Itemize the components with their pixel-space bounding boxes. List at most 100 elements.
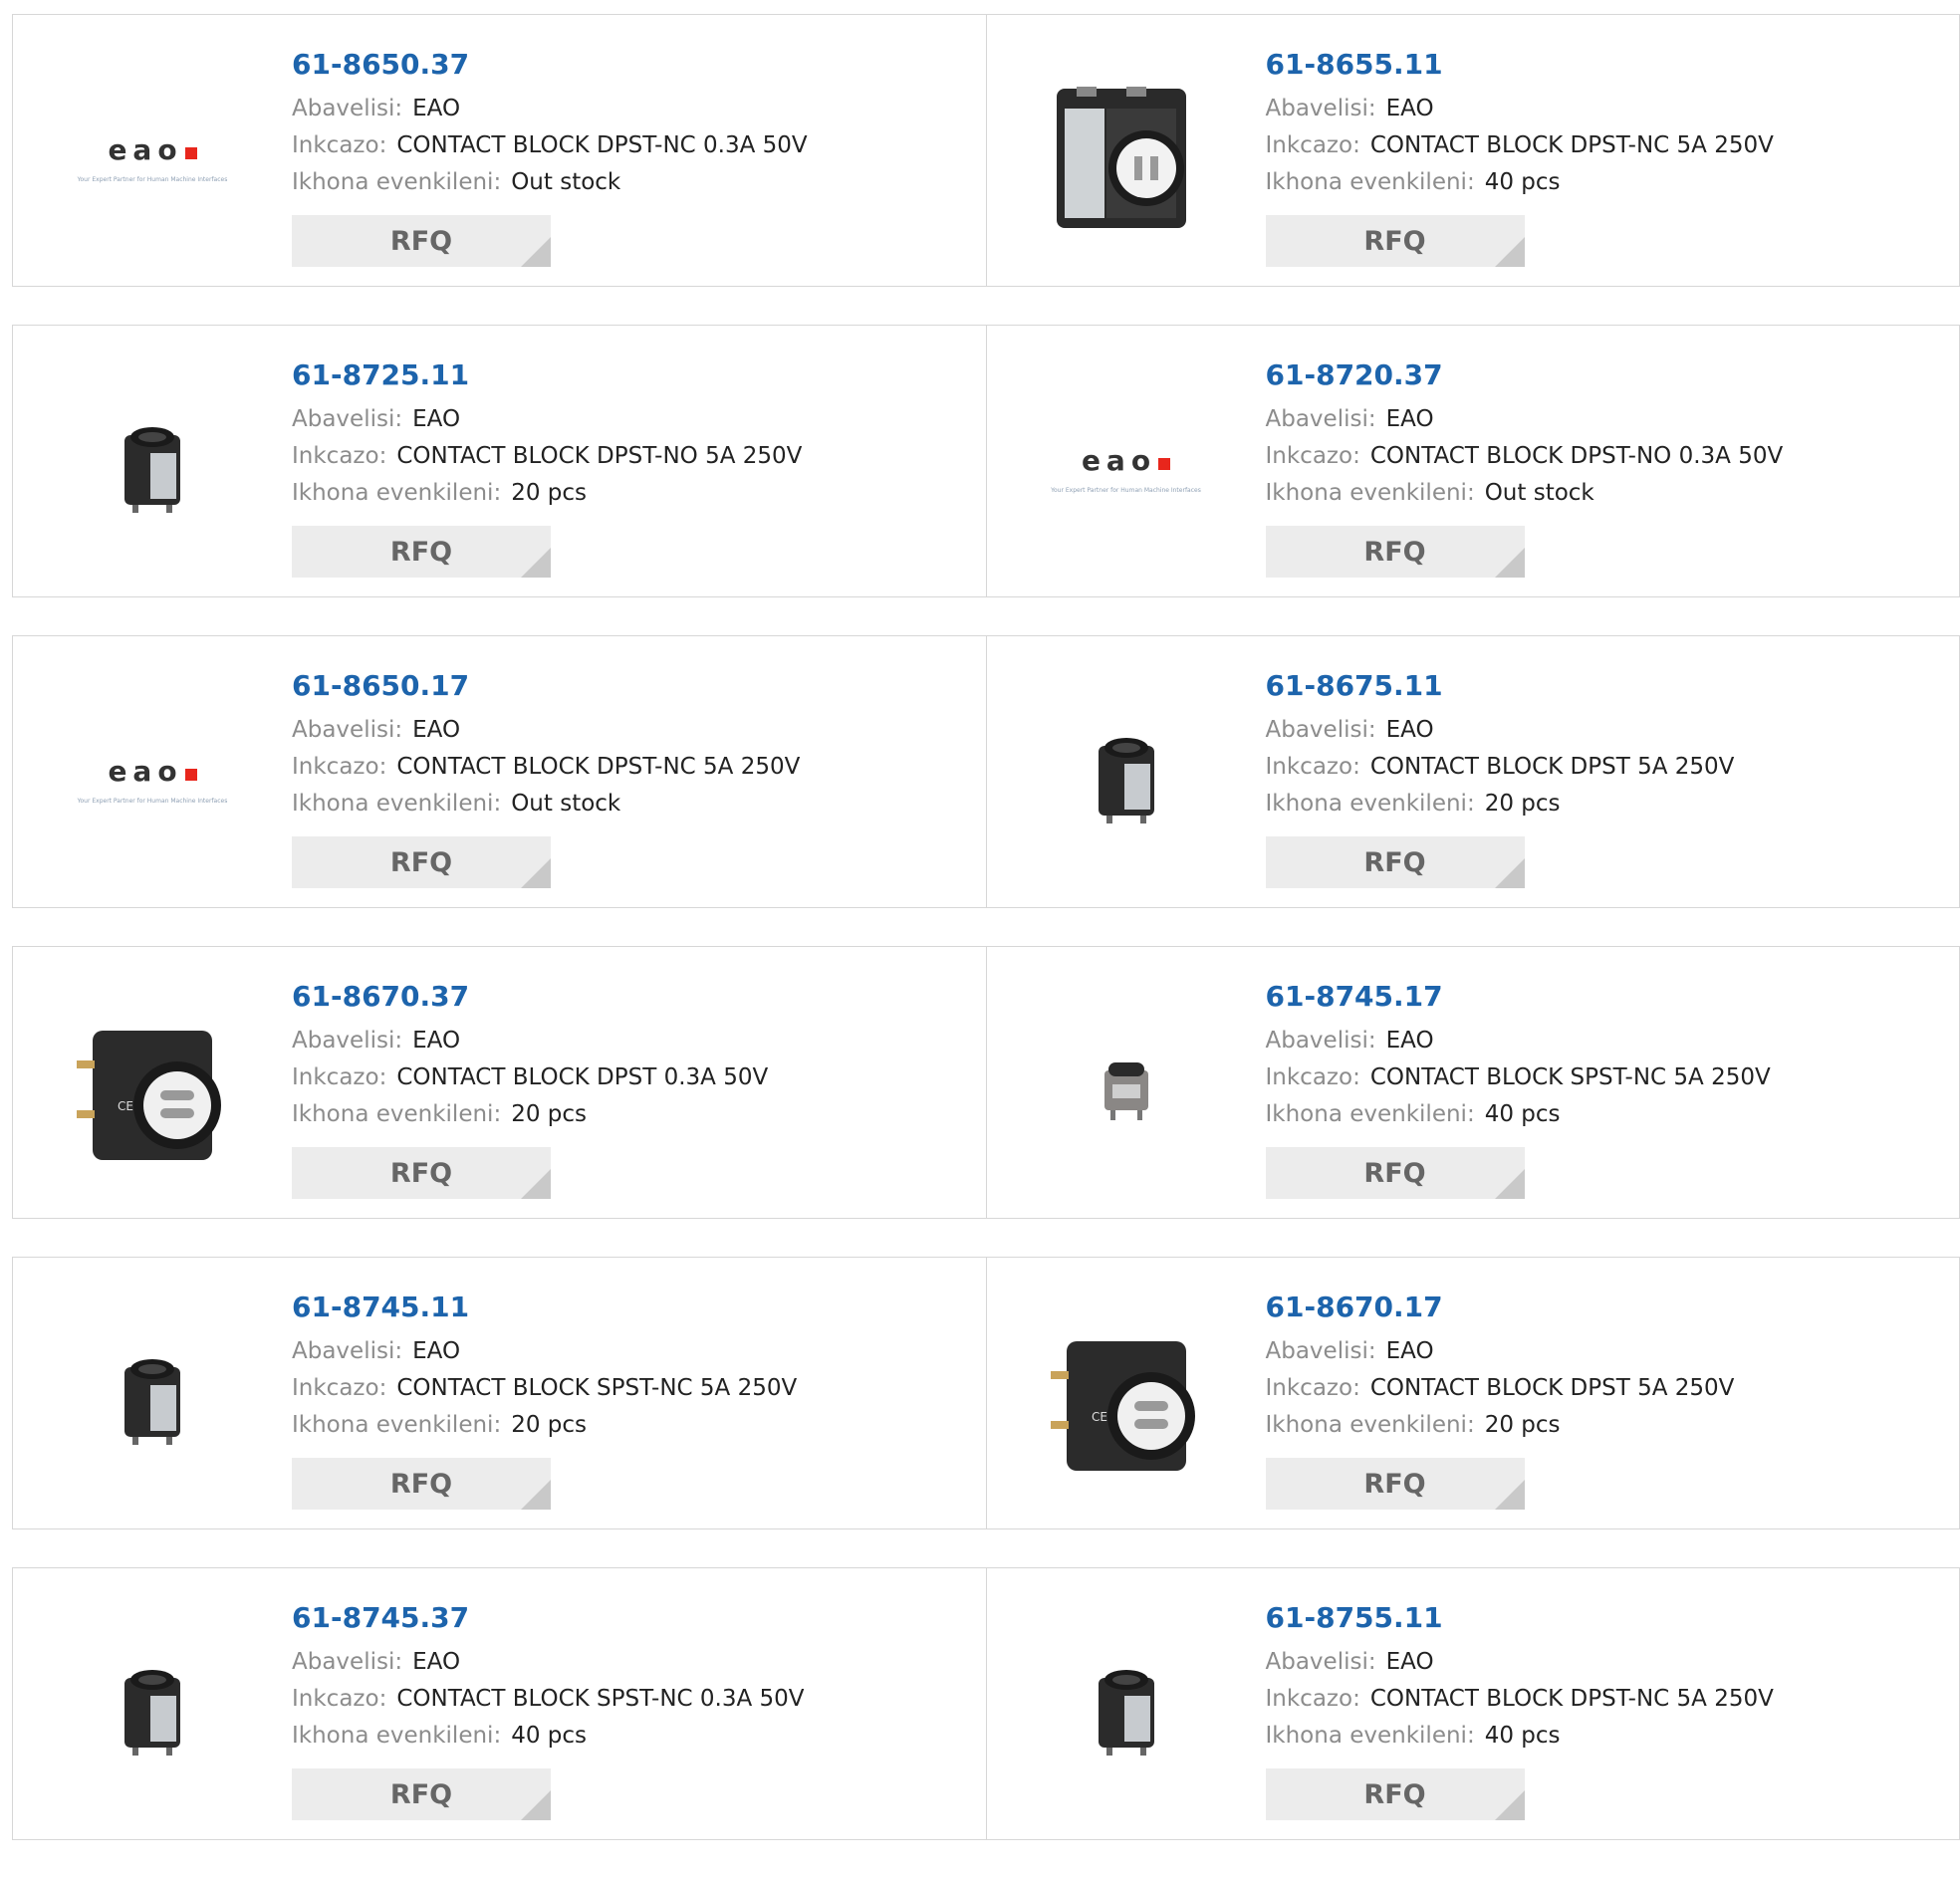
description-value: CONTACT BLOCK DPST-NC 0.3A 50V	[396, 132, 807, 158]
rfq-button[interactable]: RFQ	[1266, 1458, 1525, 1510]
manufacturer-label: Abavelisi:	[292, 717, 402, 743]
contact-block-photo	[103, 1341, 202, 1461]
description-value: CONTACT BLOCK DPST 0.3A 50V	[396, 1064, 768, 1090]
description-label: Inkcazo:	[292, 1375, 386, 1401]
product-info: 61-8725.11 Abavelisi:EAO Inkcazo:CONTACT…	[292, 355, 802, 578]
part-number-link[interactable]: 61-8675.11	[1266, 666, 1735, 706]
logo-tagline: Your Expert Partner for Human Machine In…	[53, 176, 252, 183]
product-image[interactable]	[1027, 59, 1226, 258]
part-number-link[interactable]: 61-8670.37	[292, 977, 768, 1017]
manufacturer-row: Abavelisi:EAO	[292, 401, 802, 438]
part-number-link[interactable]: 61-8655.11	[1266, 45, 1774, 85]
product-info: 61-8720.37 Abavelisi:EAO Inkcazo:CONTACT…	[1266, 355, 1784, 578]
description-label: Inkcazo:	[1266, 754, 1360, 780]
stock-label: Ikhona evenkileni:	[1266, 1412, 1475, 1438]
product-info: 61-8650.37 Abavelisi:EAO Inkcazo:CONTACT…	[292, 45, 808, 267]
eao-logo: eao Your Expert Partner for Human Machin…	[1027, 444, 1226, 494]
part-number-link[interactable]: 61-8745.11	[292, 1288, 797, 1327]
product-image[interactable]	[53, 1301, 252, 1501]
contact-block-photo	[1077, 1041, 1176, 1140]
logo-tagline: Your Expert Partner for Human Machine In…	[53, 798, 252, 805]
product-image[interactable]: CE	[1027, 1301, 1226, 1501]
description-row: Inkcazo:CONTACT BLOCK DPST-NC 5A 250V	[1266, 127, 1774, 164]
part-number-link[interactable]: 61-8725.11	[292, 355, 802, 395]
product-card: 61-8725.11 Abavelisi:EAO Inkcazo:CONTACT…	[12, 325, 987, 597]
stock-label: Ikhona evenkileni:	[1266, 1101, 1475, 1127]
product-image[interactable]	[1027, 1612, 1226, 1811]
manufacturer-label: Abavelisi:	[292, 406, 402, 432]
description-row: Inkcazo:CONTACT BLOCK DPST-NC 0.3A 50V	[292, 127, 808, 164]
manufacturer-value: EAO	[1386, 406, 1434, 432]
stock-row: Ikhona evenkileni:40 pcs	[1266, 164, 1774, 201]
manufacturer-row: Abavelisi:EAO	[1266, 401, 1784, 438]
rfq-button[interactable]: RFQ	[1266, 1768, 1525, 1820]
product-image[interactable]	[1027, 680, 1226, 879]
rfq-button[interactable]: RFQ	[1266, 1147, 1525, 1199]
logo-red-square	[1158, 458, 1170, 470]
stock-label: Ikhona evenkileni:	[1266, 480, 1475, 506]
description-label: Inkcazo:	[292, 1064, 386, 1090]
product-image[interactable]	[1027, 991, 1226, 1190]
manufacturer-value: EAO	[412, 1338, 460, 1364]
description-row: Inkcazo: CONTACT BLOCK DPST 0.3A 50V	[292, 1059, 768, 1096]
manufacturer-value: EAO	[1386, 1338, 1434, 1364]
product-card: eao Your Expert Partner for Human Machin…	[12, 635, 987, 908]
rfq-button[interactable]: RFQ	[1266, 215, 1525, 267]
manufacturer-label: Abavelisi:	[292, 1649, 402, 1675]
rfq-corner-decoration	[1495, 858, 1525, 888]
contact-block-photo	[103, 1652, 202, 1771]
eao-logo: eao Your Expert Partner for Human Machin…	[53, 133, 252, 183]
product-row: 61-8725.11 Abavelisi:EAO Inkcazo:CONTACT…	[12, 325, 1960, 597]
manufacturer-value: EAO	[412, 96, 460, 121]
rfq-corner-decoration	[521, 1169, 551, 1199]
manufacturer-row: Abavelisi:EAO	[292, 91, 808, 127]
contact-block-photo	[1077, 1652, 1176, 1771]
rfq-button[interactable]: RFQ	[292, 1768, 551, 1820]
product-image[interactable]	[53, 1612, 252, 1811]
part-number-link[interactable]: 61-8670.17	[1266, 1288, 1735, 1327]
description-row: Inkcazo:CONTACT BLOCK SPST-NC 5A 250V	[1266, 1059, 1771, 1096]
description-row: Inkcazo:CONTACT BLOCK DPST-NC 5A 250V	[1266, 1681, 1774, 1718]
rfq-button[interactable]: RFQ	[1266, 836, 1525, 888]
product-card: 61-8755.11 Abavelisi:EAO Inkcazo:CONTACT…	[987, 1567, 1960, 1840]
stock-value: Out stock	[511, 791, 620, 817]
manufacturer-row: Abavelisi:EAO	[1266, 712, 1735, 749]
stock-label: Ikhona evenkileni:	[292, 1723, 501, 1749]
contact-block-photo	[103, 409, 202, 529]
stock-value: 20 pcs	[1485, 1412, 1561, 1438]
product-image[interactable]: eao Your Expert Partner for Human Machin…	[1027, 369, 1226, 569]
rfq-button[interactable]: RFQ	[292, 1458, 551, 1510]
manufacturer-row: Abavelisi:EAO	[1266, 1023, 1771, 1059]
rfq-label: RFQ	[1363, 226, 1425, 257]
rfq-corner-decoration	[521, 858, 551, 888]
rfq-button[interactable]: RFQ	[1266, 526, 1525, 578]
product-info: 61-8650.17 Abavelisi:EAO Inkcazo:CONTACT…	[292, 666, 800, 888]
product-image[interactable]: eao Your Expert Partner for Human Machin…	[53, 680, 252, 879]
part-number-link[interactable]: 61-8650.37	[292, 45, 808, 85]
part-number-link[interactable]: 61-8745.17	[1266, 977, 1771, 1017]
manufacturer-label: Abavelisi:	[1266, 1649, 1376, 1675]
product-info: 61-8745.37 Abavelisi:EAO Inkcazo:CONTACT…	[292, 1598, 805, 1820]
part-number-link[interactable]: 61-8745.37	[292, 1598, 805, 1638]
logo-wordmark: eao	[108, 755, 182, 788]
rfq-button[interactable]: RFQ	[292, 1147, 551, 1199]
product-image[interactable]: CE	[53, 991, 252, 1190]
description-label: Inkcazo:	[1266, 132, 1360, 158]
svg-text:CE: CE	[1092, 1410, 1107, 1424]
part-number-link[interactable]: 61-8650.17	[292, 666, 800, 706]
product-image[interactable]	[53, 369, 252, 569]
product-image[interactable]: eao Your Expert Partner for Human Machin…	[53, 59, 252, 258]
part-number-link[interactable]: 61-8755.11	[1266, 1598, 1774, 1638]
rfq-button[interactable]: RFQ	[292, 526, 551, 578]
manufacturer-row: Abavelisi:EAO	[292, 1023, 768, 1059]
rfq-button[interactable]: RFQ	[292, 836, 551, 888]
product-info: 61-8675.11 Abavelisi:EAO Inkcazo:CONTACT…	[1266, 666, 1735, 888]
product-card: eao Your Expert Partner for Human Machin…	[987, 325, 1960, 597]
rfq-label: RFQ	[390, 1779, 452, 1810]
stock-value: Out stock	[1485, 480, 1594, 506]
part-number-link[interactable]: 61-8720.37	[1266, 355, 1784, 395]
rfq-button[interactable]: RFQ	[292, 215, 551, 267]
description-label: Inkcazo:	[292, 1686, 386, 1712]
stock-row: Ikhona evenkileni:Out stock	[292, 786, 800, 822]
stock-row: Ikhona evenkileni:20 pcs	[292, 1407, 797, 1444]
